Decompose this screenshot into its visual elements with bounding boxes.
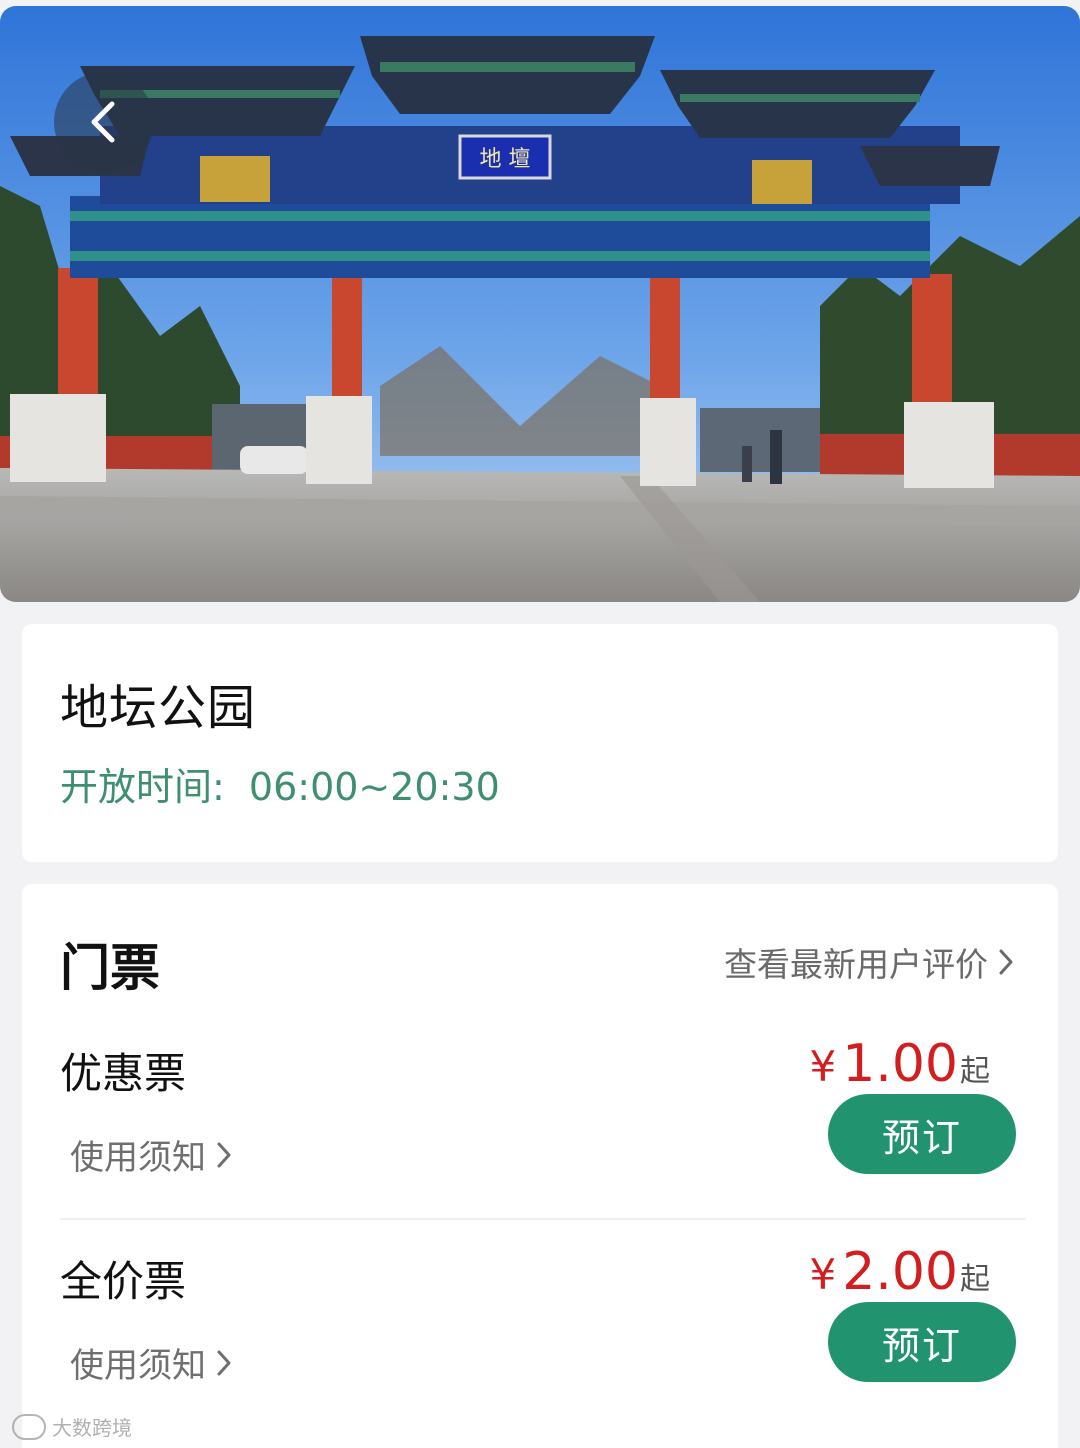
attraction-detail-page: 地 壇 地坛公园 开放时间: 06:00~20:30 门票 查看最新用户评价 优…	[0, 0, 1080, 1448]
book-button[interactable]: 预订	[828, 1302, 1016, 1382]
price-suffix: 起	[960, 1054, 990, 1089]
opening-hours-label: 开放时间:	[60, 765, 225, 809]
ticket-item-full-price: 全价票 使用须知 ¥2.00起 预订	[60, 1242, 1026, 1442]
usage-notice-label: 使用须知	[70, 1346, 206, 1386]
usage-notice-link[interactable]: 使用须知	[70, 1338, 234, 1387]
signboard-text: 地 壇	[480, 147, 531, 172]
ticket-name: 优惠票	[60, 1049, 187, 1098]
ticket-item-discount: 优惠票 使用须知 ¥1.00起 预订	[60, 1034, 1026, 1234]
paifang-gate-illustration: 地 壇	[0, 6, 1080, 602]
ticket-price: ¥1.00起	[809, 1034, 990, 1094]
chevron-right-icon	[217, 1350, 231, 1375]
price-suffix: 起	[960, 1262, 990, 1297]
park-name: 地坛公园	[60, 680, 257, 736]
chevron-right-icon	[999, 949, 1013, 975]
book-button[interactable]: 预订	[828, 1094, 1016, 1174]
hero-photo: 地 壇	[0, 6, 1080, 602]
usage-notice-label: 使用须知	[70, 1138, 206, 1178]
watermark-text: 大数跨境	[52, 1416, 132, 1440]
chevron-left-icon	[91, 101, 115, 143]
currency-symbol: ¥	[809, 1250, 837, 1299]
chevron-right-icon	[217, 1142, 231, 1167]
currency-symbol: ¥	[809, 1042, 837, 1091]
ticket-price: ¥2.00起	[809, 1242, 990, 1302]
watermark-logo-icon	[12, 1413, 46, 1440]
tickets-section-title: 门票	[60, 939, 160, 997]
latest-reviews-label: 查看最新用户评价	[724, 945, 988, 984]
price-amount: 2.00	[842, 1242, 958, 1302]
usage-notice-link[interactable]: 使用须知	[70, 1130, 234, 1179]
ticket-name: 全价票	[60, 1257, 187, 1306]
park-info-card: 地坛公园 开放时间: 06:00~20:30	[22, 624, 1058, 862]
opening-hours-value: 06:00~20:30	[248, 765, 500, 809]
opening-hours: 开放时间: 06:00~20:30	[60, 756, 500, 811]
watermark: 大数跨境	[12, 1412, 132, 1441]
price-amount: 1.00	[842, 1034, 958, 1094]
latest-reviews-link[interactable]: 查看最新用户评价	[724, 938, 1016, 986]
tickets-card: 门票 查看最新用户评价 优惠票 使用须知 ¥1.00起 预订 全价票 使用须知 …	[22, 884, 1058, 1448]
back-button[interactable]	[54, 72, 154, 172]
ticket-divider	[60, 1218, 1026, 1220]
